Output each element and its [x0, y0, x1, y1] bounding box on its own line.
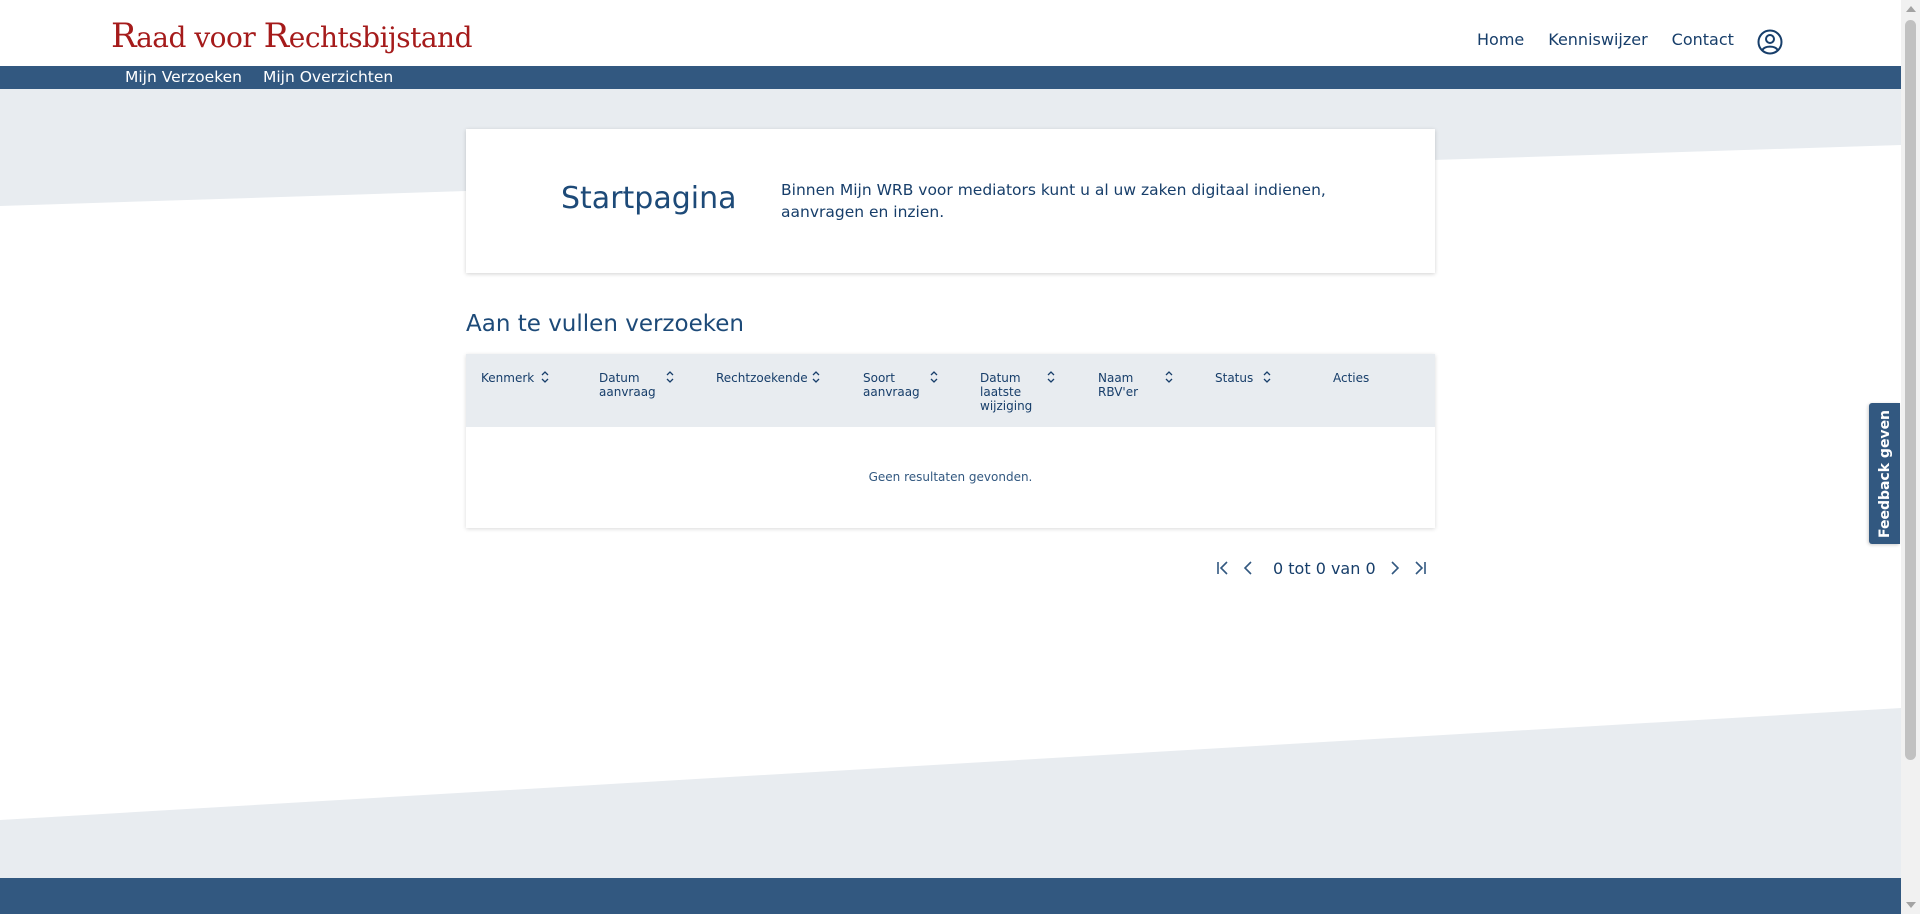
logo-text: R [263, 16, 290, 56]
sort-icon[interactable] [1262, 370, 1272, 384]
site-footer [0, 878, 1901, 914]
logo-text: aad voor [136, 21, 264, 54]
last-page-icon[interactable] [1412, 558, 1428, 578]
site-logo[interactable]: Raad voor Rechtsbijstand [111, 16, 473, 56]
previous-page-icon[interactable] [1240, 558, 1256, 578]
scroll-down-icon[interactable] [1906, 902, 1916, 908]
feedback-button[interactable]: Feedback geven [1869, 403, 1900, 544]
column-header-kenmerk[interactable]: Kenmerk [481, 371, 591, 385]
first-page-icon[interactable] [1215, 558, 1231, 578]
column-label: Acties [1333, 371, 1370, 385]
sort-icon[interactable] [929, 370, 939, 384]
column-label: Rechtzoekende [716, 371, 808, 385]
sort-icon[interactable] [811, 370, 821, 384]
scrollbar-thumb[interactable] [1905, 20, 1916, 760]
next-page-icon[interactable] [1387, 558, 1403, 578]
column-header-rechtzoekende[interactable]: Rechtzoekende [716, 371, 826, 385]
column-label: Status [1215, 371, 1254, 385]
vertical-scrollbar[interactable] [1901, 0, 1920, 914]
logo-text: R [111, 16, 137, 56]
column-header-naam-rbv[interactable]: Naam RBV'er [1098, 371, 1173, 399]
feedback-label: Feedback geven [1876, 409, 1893, 538]
sort-icon[interactable] [1164, 370, 1174, 384]
pagination-status: 0 tot 0 van 0 [1273, 559, 1376, 578]
site-header: Raad voor Rechtsbijstand Home Kenniswijz… [0, 0, 1901, 66]
column-header-soort-aanvraag[interactable]: Soort aanvraag [863, 371, 938, 399]
requests-table: Kenmerk Datum aanvraag Rechtzoekende Soo… [466, 354, 1435, 528]
column-label: Kenmerk [481, 371, 535, 385]
user-circle-icon[interactable] [1757, 29, 1783, 55]
subnav-item-mijn-verzoeken[interactable]: Mijn Verzoeken [125, 68, 242, 86]
sort-icon[interactable] [665, 370, 675, 384]
empty-table-message: Geen resultaten gevonden. [868, 470, 1033, 484]
page-title: Startpagina [561, 181, 737, 216]
nav-link-contact[interactable]: Contact [1672, 30, 1734, 49]
logo-text: echtsbijstand [288, 21, 473, 54]
top-navigation: Home Kenniswijzer Contact [1477, 30, 1758, 49]
column-label: Datum laatste wijziging [980, 371, 1033, 413]
scroll-up-icon[interactable] [1906, 6, 1916, 12]
sub-navigation: Mijn Verzoeken Mijn Overzichten [0, 66, 1901, 89]
subnav-item-mijn-overzichten[interactable]: Mijn Overzichten [263, 68, 393, 86]
table-header: Kenmerk Datum aanvraag Rechtzoekende Soo… [466, 354, 1435, 427]
column-header-status[interactable]: Status [1215, 371, 1325, 385]
column-label: Datum aanvraag [599, 371, 656, 399]
column-header-acties: Acties [1333, 371, 1443, 385]
sort-icon[interactable] [1046, 370, 1056, 384]
column-header-datum-aanvraag[interactable]: Datum aanvraag [599, 371, 674, 399]
section-title: Aan te vullen verzoeken [466, 311, 744, 337]
nav-link-home[interactable]: Home [1477, 30, 1524, 49]
sort-icon[interactable] [540, 370, 550, 384]
intro-card: Startpagina Binnen Mijn WRB voor mediato… [466, 129, 1435, 273]
intro-description: Binnen Mijn WRB voor mediators kunt u al… [781, 181, 1326, 221]
column-label: Soort aanvraag [863, 371, 920, 399]
nav-link-kenniswijzer[interactable]: Kenniswijzer [1548, 30, 1647, 49]
column-header-datum-laatste-wijziging[interactable]: Datum laatste wijziging [980, 371, 1055, 413]
column-label: Naam RBV'er [1098, 371, 1139, 399]
